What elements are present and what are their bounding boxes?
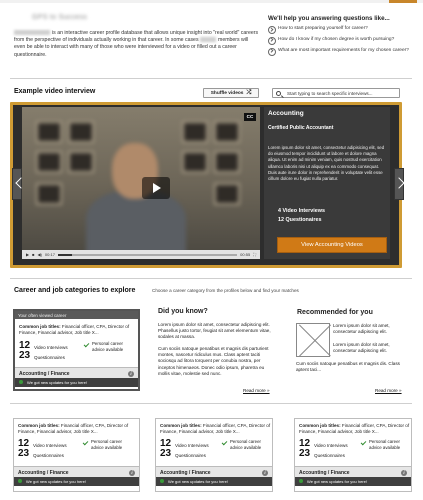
- category-label: Accounting / Finance i: [295, 466, 411, 477]
- status-dot-icon: [18, 479, 22, 484]
- video-label: Video Interviews: [314, 443, 348, 448]
- career-card[interactable]: Common job titles: Financial officer, CP…: [155, 418, 273, 492]
- play-icon[interactable]: [142, 177, 170, 199]
- category-label: Accounting / Finance i: [14, 466, 139, 477]
- info-icon[interactable]: i: [262, 469, 268, 476]
- questionnaire-label: Questionnaires: [314, 453, 345, 458]
- interviewee-body: [86, 191, 186, 259]
- status-dot-icon: [160, 479, 164, 484]
- search-interviews-input[interactable]: Start typing to search specific intervie…: [272, 88, 400, 98]
- volume-icon[interactable]: ◀): [38, 252, 42, 257]
- video-section-title: Example video interview: [14, 88, 96, 95]
- help-item[interactable]: How do I know if my chosen degree is wor…: [268, 36, 418, 46]
- career-card-featured[interactable]: Your often viewed career Common job titl…: [13, 309, 140, 391]
- job-titles: Common job titles: Financial officer, CP…: [19, 324, 130, 335]
- recommended-p1: Lorem ipsum dolor sit amet, consectetur …: [333, 323, 390, 335]
- panel-questionnaire-count: 12 Questionaires: [278, 217, 322, 223]
- questionnaire-count: 23: [160, 448, 172, 459]
- intro-text: is an interactive career profile databas…: [14, 30, 259, 58]
- job-titles: Common job titles: Financial officer, CP…: [18, 423, 129, 434]
- did-you-know-p1: Lorem ipsum dolor sit amet, consectetur …: [158, 322, 271, 340]
- stop-icon[interactable]: ■: [32, 252, 34, 257]
- feature-text: Personal career advice available: [369, 439, 401, 450]
- time-total: 00:55: [240, 252, 251, 257]
- search-placeholder: Start typing to search specific intervie…: [287, 91, 373, 96]
- play-pause-icon[interactable]: ▶: [26, 252, 29, 257]
- categories-subtitle: Choose a career category from the profil…: [152, 288, 299, 293]
- job-titles: Common job titles: Financial officer, CP…: [160, 423, 271, 434]
- check-icon: [83, 341, 90, 348]
- career-card[interactable]: Common job titles: Financial officer, CP…: [13, 418, 140, 492]
- view-videos-button[interactable]: View Accounting Videos: [277, 237, 387, 253]
- seek-progress: [57, 253, 73, 256]
- recommended-p3: Cum sociis natoque penatibus et magnis d…: [296, 361, 400, 373]
- fullscreen-icon[interactable]: ⛶: [253, 252, 256, 257]
- brand-name-blurred: [14, 30, 50, 36]
- panel-description: Lorem ipsum dolor sit amet, consectetur …: [268, 145, 385, 182]
- categories-title: Career and job categories to explore: [14, 287, 136, 294]
- help-list: How to start preparing yourself for care…: [268, 26, 418, 58]
- help-item[interactable]: What are most important requirements for…: [268, 47, 418, 56]
- video-label: Video Interviews: [33, 443, 67, 448]
- shuffle-icon: ⤮: [246, 89, 252, 96]
- new-updates-bar[interactable]: We got new updates for you here!: [295, 477, 411, 486]
- often-viewed-label: Your often viewed career: [15, 311, 138, 319]
- help-title: We'll help you answering questions like.…: [268, 15, 390, 22]
- video-player[interactable]: CC ▶ ■ ◀) 00:17 00:55 ⛶: [22, 107, 260, 259]
- video-label: Video Interviews: [34, 345, 68, 350]
- time-current: 00:17: [44, 252, 55, 257]
- questionnaire-count: 23: [19, 350, 31, 361]
- info-icon[interactable]: i: [401, 469, 407, 476]
- info-icon[interactable]: i: [128, 370, 134, 377]
- did-you-know-read-more[interactable]: Read more »: [243, 388, 270, 393]
- job-titles: Common job titles: Financial officer, CP…: [299, 423, 410, 434]
- new-updates-bar[interactable]: We got new updates for you here!: [14, 477, 139, 486]
- panel-job-title: Certified Public Accountant: [268, 125, 334, 131]
- feature-text: Personal career advice available: [230, 439, 262, 450]
- panel-video-count: 4 Video Interviews: [278, 208, 325, 214]
- previous-arrow-icon[interactable]: [12, 168, 22, 200]
- new-updates-bar[interactable]: We got new updates for you here!: [156, 477, 272, 486]
- video-controls: ▶ ■ ◀) 00:17 00:55 ⛶: [22, 250, 260, 259]
- did-you-know-title: Did you know?: [158, 308, 208, 315]
- shuffle-videos-button[interactable]: Shuffle videos ⤮: [203, 88, 259, 98]
- divider: [10, 278, 412, 279]
- panel-category: Accounting: [268, 110, 304, 117]
- next-arrow-icon[interactable]: [394, 168, 404, 200]
- info-icon[interactable]: i: [129, 469, 135, 476]
- new-updates-bar[interactable]: We got new updates for you here!: [15, 378, 138, 387]
- help-item[interactable]: How to start preparing yourself for care…: [268, 26, 418, 35]
- feature-text: Personal career advice available: [92, 341, 124, 352]
- video-label: Video Interviews: [175, 443, 209, 448]
- category-label: Accounting / Finance i: [156, 466, 272, 477]
- site-title: GPS to Success: [32, 14, 88, 21]
- recommended-read-more[interactable]: Read more »: [375, 388, 402, 393]
- questionnaire-count: 23: [18, 448, 30, 459]
- questionnaire-label: Questionnaires: [175, 453, 206, 458]
- category-label: Accounting / Finance i: [15, 367, 138, 378]
- top-bar: [0, 0, 423, 3]
- brand-name-blurred-2: [200, 37, 216, 43]
- status-dot-icon: [19, 380, 23, 385]
- check-icon: [82, 439, 89, 446]
- career-card[interactable]: Common job titles: Financial officer, CP…: [294, 418, 412, 492]
- questionnaire-label: Questionnaires: [33, 453, 64, 458]
- image-placeholder-icon: [296, 323, 330, 357]
- divider: [10, 78, 412, 79]
- search-icon: [276, 90, 281, 96]
- questionnaire-label: Questionnaires: [34, 355, 65, 360]
- recommended-title: Recommended for you: [297, 309, 373, 316]
- seek-bar[interactable]: [57, 253, 238, 256]
- check-icon: [221, 439, 228, 446]
- did-you-know-p2: Cum sociis natoque penatibus et magnis d…: [158, 346, 269, 376]
- check-icon: [360, 439, 367, 446]
- feature-text: Personal career advice available: [91, 439, 123, 450]
- recommended-p2: Lorem ipsum dolor sit amet, consectetur …: [333, 342, 390, 354]
- status-dot-icon: [299, 479, 303, 484]
- career-info-panel: Accounting Certified Public Accountant L…: [264, 107, 390, 259]
- closed-captions-button[interactable]: CC: [244, 113, 256, 121]
- questionnaire-count: 23: [299, 448, 311, 459]
- top-accent: [389, 0, 417, 3]
- divider: [10, 403, 412, 404]
